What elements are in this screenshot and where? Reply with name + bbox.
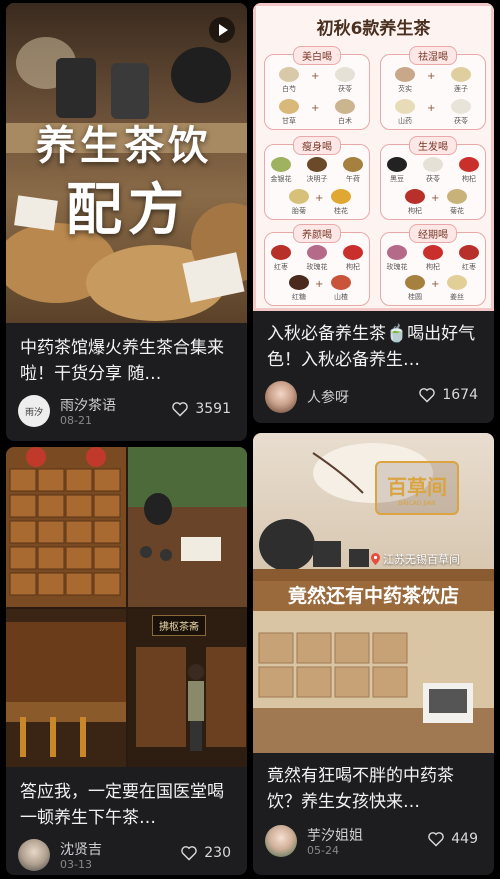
ingredient-label: 山药 (398, 117, 412, 125)
infographic-panel: 生发喝 黑豆 茯苓 枸杞 枸杞 + 菊花 (380, 136, 486, 220)
heart-icon (172, 402, 189, 417)
ingredient-label: 桂圆 (408, 293, 422, 301)
note-title[interactable]: 答应我，一定要在国医堂喝一顿养生下午茶… (20, 779, 235, 831)
infographic-panel: 瘦身喝 金银花 决明子 午荷 胎菊 + 桂花 (264, 136, 370, 220)
panel-title: 经期喝 (409, 224, 457, 243)
ingredient-label: 茯苓 (454, 117, 468, 125)
author-name: 雨汐茶语 (60, 398, 116, 414)
location-tag: 江苏无锡百草间 (371, 551, 460, 567)
like-button[interactable]: 1674 (418, 387, 478, 403)
ingredient-label: 玫瑰花 (306, 263, 328, 271)
ingredient-label: 决明子 (306, 175, 328, 183)
author-row[interactable]: 雨汐 雨汐茶语 08-21 3591 (18, 395, 235, 431)
like-button[interactable]: 449 (427, 831, 478, 847)
note-card[interactable]: 初秋6款养生茶 美白喝 白芍 + 茯苓 甘草 + 白术 祛湿喝 芡实 + 莲子 … (253, 3, 494, 423)
ingredient-label: 黑豆 (390, 175, 404, 183)
panel-title: 美白喝 (293, 46, 341, 65)
tea-house-collage (6, 447, 247, 767)
like-count: 230 (204, 845, 231, 861)
location-text: 江苏无锡百草间 (383, 553, 460, 566)
ingredient-label: 午荷 (346, 175, 360, 183)
panel-title: 瘦身喝 (293, 136, 341, 155)
ingredient-label: 茯苓 (426, 175, 440, 183)
note-cover-image[interactable]: 拂枢茶斋 (6, 447, 247, 767)
ingredient-label: 枸杞 (408, 207, 422, 215)
note-card[interactable]: 拂枢茶斋 答应我，一定要在国医堂喝一顿养生下午茶… 沈贤吉 03-13 230 (6, 447, 247, 875)
heart-icon (181, 846, 198, 861)
ingredient-label: 山楂 (334, 293, 348, 301)
ingredient-label: 甘草 (282, 117, 296, 125)
avatar-text: 雨汐 (24, 407, 43, 418)
infographic-panel: 养颜喝 红枣 玫瑰花 枸杞 红糖 + 山楂 (264, 224, 370, 306)
post-date: 03-13 (60, 858, 92, 871)
post-date: 05-24 (307, 844, 339, 857)
ingredient-label: 白芍 (282, 85, 296, 93)
author-name: 芋汐姐姐 (307, 828, 363, 844)
author-name: 人参呀 (307, 390, 349, 406)
ingredient-label: 姜丝 (450, 293, 464, 301)
like-button[interactable]: 230 (180, 845, 231, 861)
shop-sign: 拂枢茶斋 (152, 615, 206, 636)
infographic-panel: 美白喝 白芍 + 茯苓 甘草 + 白术 (264, 46, 370, 130)
ingredient-label: 红枣 (462, 263, 476, 271)
avatar[interactable]: 雨汐 (18, 395, 50, 427)
heart-icon (419, 388, 436, 403)
video-play-icon (209, 17, 235, 43)
panel-title: 养颜喝 (293, 224, 341, 243)
cover-subheading: 配方 (66, 177, 190, 243)
ingredient-label: 芡实 (398, 85, 412, 93)
note-card[interactable]: 百草间 BAICAO JIAN 江苏无锡百草间 竟然还有中药茶饮店 竟然有狂喝不… (253, 433, 494, 875)
like-count: 449 (451, 831, 478, 847)
heart-icon (428, 832, 445, 847)
avatar[interactable] (265, 825, 297, 857)
ingredient-label: 桂花 (334, 207, 348, 215)
like-count: 1674 (442, 387, 478, 403)
note-card[interactable]: 养生茶饮 配方 中药茶馆爆火养生茶合集来啦！干货分享 随… 雨汐 雨汐茶语 08… (6, 3, 247, 441)
note-cover-image[interactable]: 百草间 BAICAO JIAN 江苏无锡百草间 竟然还有中药茶饮店 (253, 433, 494, 753)
post-date: 08-21 (60, 414, 92, 427)
note-cover-image[interactable]: 养生茶饮 配方 (6, 3, 247, 323)
note-title[interactable]: 中药茶馆爆火养生茶合集来啦！干货分享 随… (20, 335, 235, 387)
ingredient-label: 枸杞 (426, 263, 440, 271)
ingredient-label: 胎菊 (292, 207, 306, 215)
author-row[interactable]: 沈贤吉 03-13 230 (18, 839, 235, 875)
ingredient-label: 玫瑰花 (386, 263, 408, 271)
ingredient-label: 茯苓 (338, 85, 352, 93)
ingredient-label: 金银花 (270, 175, 292, 183)
ingredient-label: 莲子 (454, 85, 468, 93)
author-name: 沈贤吉 (60, 842, 102, 858)
avatar[interactable] (265, 381, 297, 413)
logo-text: 百草间 (387, 475, 447, 499)
note-title[interactable]: 入秋必备养生茶🍵喝出好气色！入秋必备养生… (267, 321, 482, 373)
location-pin-icon (371, 553, 380, 565)
note-title[interactable]: 竟然有狂喝不胖的中药茶饮？养生女孩快来… (267, 763, 482, 815)
note-cover-image[interactable]: 初秋6款养生茶 美白喝 白芍 + 茯苓 甘草 + 白术 祛湿喝 芡实 + 莲子 … (253, 3, 494, 311)
ingredient-label: 菊花 (450, 207, 464, 215)
logo-subtext: BAICAO JIAN (398, 500, 436, 507)
author-row[interactable]: 人参呀 1674 (265, 381, 482, 417)
ingredient-label: 红枣 (274, 263, 288, 271)
avatar[interactable] (18, 839, 50, 871)
brand-logo: 百草间 BAICAO JIAN (375, 461, 459, 515)
panel-title: 祛湿喝 (409, 46, 457, 65)
infographic-panel: 经期喝 玫瑰花 枸杞 红枣 桂圆 + 姜丝 (380, 224, 486, 306)
panel-title: 生发喝 (409, 136, 457, 155)
like-button[interactable]: 3591 (171, 401, 231, 417)
ingredient-label: 红糖 (292, 293, 306, 301)
cover-heading: 养生茶饮 (36, 122, 212, 169)
ingredient-label: 枸杞 (346, 263, 360, 271)
infographic-panel: 祛湿喝 芡实 + 莲子 山药 + 茯苓 (380, 46, 486, 130)
author-row[interactable]: 芋汐姐姐 05-24 449 (265, 825, 482, 861)
notes-feed: 养生茶饮 配方 中药茶馆爆火养生茶合集来啦！干货分享 随… 雨汐 雨汐茶语 08… (0, 0, 500, 879)
ingredient-label: 枸杞 (462, 175, 476, 183)
infographic-title: 初秋6款养生茶 (316, 19, 431, 39)
ingredient-label: 白术 (338, 117, 352, 125)
cover-banner: 竟然还有中药茶饮店 (253, 581, 494, 611)
like-count: 3591 (195, 401, 231, 417)
